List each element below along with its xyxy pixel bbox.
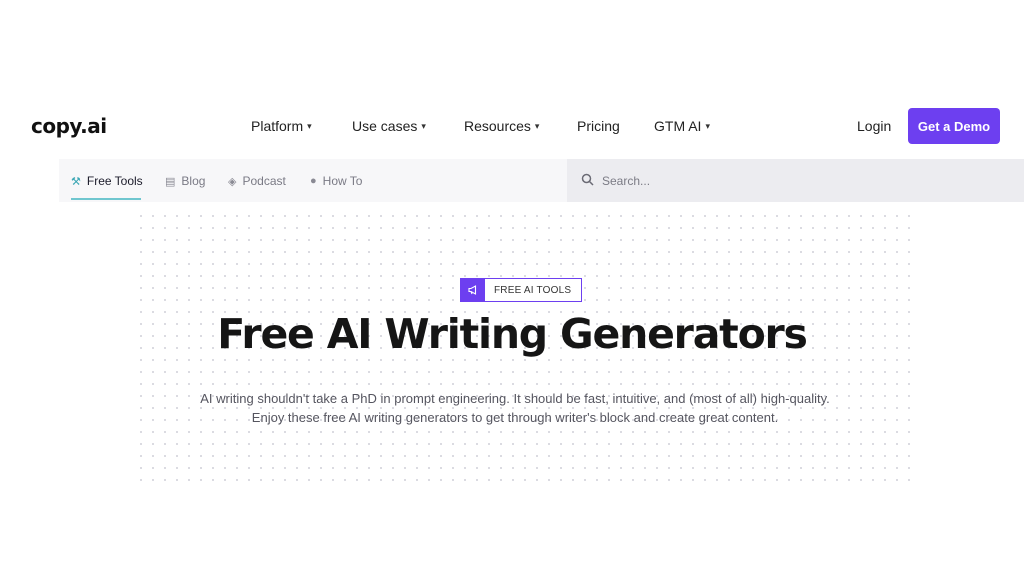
hero-description: AI writing shouldn't take a PhD in promp… [160, 389, 870, 427]
search-input[interactable] [602, 173, 982, 188]
top-navigation: copy.ai Platform ▾ Use cases ▾ Resources… [0, 104, 1024, 148]
hero-description-line: Enjoy these free AI writing generators t… [251, 410, 779, 425]
subnav-item-free-tools[interactable]: ⚒ Free Tools [71, 174, 143, 188]
tools-icon: ⚒ [71, 175, 81, 188]
login-link[interactable]: Login [857, 118, 891, 134]
subnav-item-blog[interactable]: ▤ Blog [165, 174, 205, 188]
graduation-cap-icon: ◈ [228, 175, 237, 188]
search-icon [581, 173, 594, 189]
page: copy.ai Platform ▾ Use cases ▾ Resources… [0, 0, 1024, 576]
subnav-item-label: Podcast [242, 174, 286, 188]
copyai-logo[interactable]: copy.ai [31, 114, 107, 138]
nav-resources-label: Resources [464, 118, 531, 134]
chevron-down-icon: ▾ [307, 121, 312, 131]
nav-pricing[interactable]: Pricing [577, 118, 620, 134]
nav-pricing-label: Pricing [577, 118, 620, 134]
newspaper-icon: ▤ [165, 175, 176, 188]
subnav-item-podcast[interactable]: ◈ Podcast [228, 174, 286, 188]
chevron-down-icon: ▾ [421, 121, 426, 131]
subnav-item-how-to[interactable]: ● How To [310, 174, 362, 188]
nav-gtm-ai[interactable]: GTM AI ▾ [654, 118, 710, 134]
nav-platform-label: Platform [251, 118, 304, 134]
nav-resources[interactable]: Resources ▾ [464, 118, 539, 134]
chevron-down-icon: ▾ [534, 121, 540, 131]
hero-description-line: AI writing shouldn't take a PhD in promp… [200, 391, 830, 406]
subnav: ⚒ Free Tools ▤ Blog ◈ Podcast ● How To [59, 159, 567, 202]
subnav-item-label: Free Tools [86, 174, 143, 188]
megaphone-icon [461, 279, 485, 301]
nav-gtm-ai-label: GTM AI [654, 118, 702, 134]
nav-platform[interactable]: Platform ▾ [251, 118, 312, 134]
subnav-item-label: Blog [181, 174, 206, 188]
search-bar[interactable] [567, 159, 1024, 202]
page-title: Free AI Writing Generators [217, 310, 808, 358]
nav-use-cases-label: Use cases [352, 118, 418, 134]
badge-label: FREE AI TOOLS [494, 284, 572, 296]
free-ai-tools-badge: FREE AI TOOLS [460, 278, 583, 302]
get-a-demo-button[interactable]: Get a Demo [908, 108, 1000, 144]
subnav-item-label: How To [322, 174, 363, 188]
info-circle-icon: ● [310, 175, 317, 187]
nav-use-cases[interactable]: Use cases ▾ [352, 118, 426, 134]
active-tab-underline [71, 198, 141, 200]
chevron-down-icon: ▾ [705, 121, 710, 131]
